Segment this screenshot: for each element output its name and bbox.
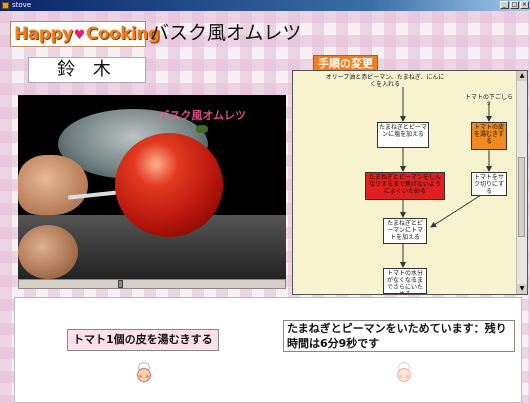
flowchart-panel: オリーブ油と赤ピーマン、たまねぎ、にんにくを入れる たまねぎとピーマンに塩を加え… <box>292 70 528 295</box>
flow-side-header: トマトの下ごしらえ <box>464 94 513 105</box>
window-title: stove <box>12 1 32 9</box>
flow-side-node-1[interactable]: トマトの皮を湯むきする <box>471 122 507 150</box>
flowchart-scrollbar[interactable]: ▲ ▼ <box>516 71 527 294</box>
logo-text-happy: Happy <box>14 24 73 44</box>
logo-text-cooking: Cooking <box>85 24 160 44</box>
scroll-thumb[interactable] <box>518 157 525 237</box>
flow-node-2[interactable]: たまねぎとピーマンに塩を加える <box>377 122 429 148</box>
scroll-down-icon[interactable]: ▼ <box>517 284 527 294</box>
app-logo: Happy♥Cooking <box>10 21 160 47</box>
flow-side-node-2[interactable]: トマトをサク切りにする <box>471 172 507 196</box>
video-hand <box>18 155 88 215</box>
right-speech-bubble: たまねぎとピーマンをいためています：残り時間は6分9秒です <box>283 320 515 352</box>
app-area: Happy♥Cooking バスク風オムレツ 鈴 木 手順の変更 バスク風オムレ… <box>0 11 530 403</box>
video-seekbar[interactable] <box>18 279 286 289</box>
app-icon <box>2 2 9 9</box>
video-hand-lower <box>18 225 78 279</box>
minimize-button[interactable]: _ <box>500 1 509 9</box>
video-overlay-caption: バスク風オムレツ <box>158 109 246 122</box>
video-tomato <box>115 133 223 237</box>
flow-node-1[interactable]: オリーブ油と赤ピーマン、たまねぎ、にんにくを入れる <box>323 73 447 89</box>
flow-node-4[interactable]: たまねぎとピーマンにトマトを加える <box>383 218 427 244</box>
heart-icon: ♥ <box>73 28 86 43</box>
user-name: 鈴 木 <box>28 57 146 83</box>
flow-node-3-active[interactable]: たまねぎとピーマンをしんなりするまで焦げないようによくいためる <box>365 172 445 200</box>
scroll-up-icon[interactable]: ▲ <box>517 71 527 81</box>
chef-avatar-icon-left <box>133 362 155 384</box>
window-title-bar: stove _ □ × <box>0 0 530 11</box>
recipe-title: バスク風オムレツ <box>150 22 302 44</box>
chef-avatar-icon-right <box>393 362 415 384</box>
maximize-button[interactable]: □ <box>510 1 519 9</box>
close-button[interactable]: × <box>520 1 529 9</box>
video-seek-thumb[interactable] <box>118 280 123 288</box>
flow-node-5[interactable]: トマトの水分がなくなるまでさらにいためる <box>383 268 427 294</box>
video-player[interactable]: バスク風オムレツ <box>18 95 286 279</box>
message-panel: トマト1個の皮を湯むきする たまねぎとピーマンをいためています：残り時間は6分9… <box>14 297 522 403</box>
left-speech-bubble: トマト1個の皮を湯むきする <box>67 329 219 351</box>
video-tomato-stem <box>196 125 208 133</box>
